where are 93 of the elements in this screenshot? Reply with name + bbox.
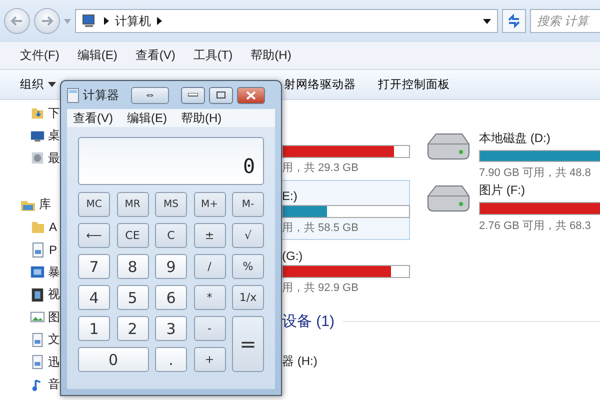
calculator-key[interactable]: = xyxy=(232,316,264,372)
sidebar-item[interactable]: 库 xyxy=(39,196,51,214)
calculator-key[interactable]: 0 xyxy=(78,347,148,372)
calculator-key[interactable]: 7 xyxy=(78,254,110,279)
sidebar-item[interactable]: 暴 xyxy=(48,264,60,281)
refresh-button[interactable] xyxy=(502,9,526,33)
sidebar-item[interactable]: 桌 xyxy=(48,127,60,144)
toolbar-button[interactable]: 打开控制面板 xyxy=(378,77,450,92)
calculator-key[interactable]: MR xyxy=(116,192,148,217)
sidebar-item[interactable]: A xyxy=(49,220,58,234)
calculator-key[interactable]: ⟵ xyxy=(78,223,110,248)
menu-item[interactable]: 编辑(E) xyxy=(127,110,167,126)
film-icon xyxy=(30,286,45,303)
document-icon xyxy=(30,332,45,348)
calculator-key[interactable]: * xyxy=(194,285,226,310)
mode-button[interactable]: ⇔ xyxy=(131,86,169,104)
calculator-key[interactable]: - xyxy=(194,316,226,341)
search-field[interactable]: 搜索 计算 xyxy=(530,9,600,33)
close-icon xyxy=(246,90,256,100)
sidebar-item[interactable]: 图 xyxy=(48,308,60,326)
chevron-icon xyxy=(104,17,109,25)
calculator-key[interactable]: √ xyxy=(232,223,264,248)
drive-usage: 2.76 GB 可用，共 68.3 xyxy=(479,219,592,233)
drive-tile[interactable]: E:) 用，共 58.5 GB xyxy=(282,180,410,240)
sidebar-item[interactable]: 最 xyxy=(48,150,60,167)
drive-name: E:) xyxy=(282,189,298,203)
calculator-key[interactable]: 9 xyxy=(155,254,187,279)
folder-icon xyxy=(30,219,46,236)
calculator-key[interactable]: 1/x xyxy=(232,285,264,310)
refresh-icon xyxy=(507,14,521,28)
menu-item[interactable]: 帮助(H) xyxy=(181,110,222,126)
calculator-icon xyxy=(67,88,79,102)
drive-tile[interactable]: (G:) 用，共 92.9 GB xyxy=(282,240,410,300)
calculator-key[interactable]: + xyxy=(194,347,226,372)
calculator-key[interactable]: 8 xyxy=(116,254,148,279)
drive-usage: 用，共 92.9 GB xyxy=(282,281,360,295)
drive-name[interactable]: 器 (H:) xyxy=(282,353,600,370)
calculator-key[interactable]: . xyxy=(155,347,187,372)
path-segment[interactable]: 计算机 xyxy=(115,12,151,30)
calculator-key[interactable]: % xyxy=(232,254,264,279)
menu-item[interactable]: 工具(T) xyxy=(193,47,233,64)
sidebar-item[interactable]: 迅 xyxy=(48,354,60,371)
drive-name: 本地磁盘 (D:) xyxy=(479,130,552,147)
sidebar-item[interactable]: 音 xyxy=(48,376,60,394)
calculator-key[interactable]: MS xyxy=(155,192,187,217)
chevron-icon xyxy=(157,17,162,25)
caret-icon xyxy=(48,82,56,87)
toolbar-button[interactable]: 组织 xyxy=(20,77,56,92)
calculator-key[interactable]: 1 xyxy=(78,316,110,341)
calculator-key[interactable]: 2 xyxy=(116,316,148,341)
close-button[interactable] xyxy=(237,86,265,104)
calculator-key[interactable]: ± xyxy=(194,223,226,248)
menu-item[interactable]: 查看(V) xyxy=(73,110,113,126)
menu-item[interactable]: 文件(F) xyxy=(20,47,60,64)
drive-name: 图片 (F:) xyxy=(479,182,526,199)
video-icon xyxy=(30,264,45,280)
drive-name: (G:) xyxy=(282,249,304,263)
calculator-key[interactable]: 5 xyxy=(116,285,148,310)
forward-arrow-icon xyxy=(41,16,53,26)
menu-item[interactable]: 编辑(E) xyxy=(77,47,118,64)
document-icon xyxy=(30,354,45,370)
calculator-key[interactable]: 3 xyxy=(155,316,187,341)
window-title: 计算器 xyxy=(83,86,119,104)
group-header: 设备 (1) xyxy=(282,312,334,331)
drive-usage: 7.90 GB 可用，共 48.8 xyxy=(479,166,592,180)
calculator-key[interactable]: M+ xyxy=(194,192,226,217)
sidebar-item[interactable]: 视 xyxy=(48,286,60,304)
address-bar[interactable]: 计算机 xyxy=(75,9,498,33)
calculator-key[interactable]: 6 xyxy=(155,285,187,310)
drive-usage: 用，共 29.3 GB xyxy=(282,161,360,175)
document-icon xyxy=(30,242,46,258)
minimize-icon xyxy=(188,93,198,97)
sidebar-item[interactable]: P xyxy=(49,242,58,257)
menu-item[interactable]: 查看(V) xyxy=(135,47,176,64)
calculator-key[interactable]: M- xyxy=(232,192,264,217)
maximize-button[interactable] xyxy=(209,86,233,104)
back-arrow-icon xyxy=(11,16,23,26)
drive-usage: 用，共 58.5 GB xyxy=(282,221,360,235)
sidebar-item[interactable]: 下 xyxy=(48,104,60,122)
calculator-key[interactable]: C xyxy=(155,223,187,248)
caret-icon[interactable] xyxy=(483,18,491,24)
calculator-key[interactable]: / xyxy=(194,254,226,279)
sidebar-item[interactable]: 文 xyxy=(48,331,60,348)
recent-icon xyxy=(30,150,45,166)
calculator-key[interactable]: MC xyxy=(78,192,110,217)
calculator-key[interactable]: CE xyxy=(116,223,148,248)
toolbar-button[interactable]: 射网络驱动器 xyxy=(284,77,356,92)
display-value: 0 xyxy=(242,154,255,178)
menu-item[interactable]: 帮助(H) xyxy=(250,47,292,64)
drive-tile[interactable]: 用，共 29.3 GB xyxy=(282,128,410,180)
maximize-icon xyxy=(216,91,226,99)
minimize-button[interactable] xyxy=(181,86,205,104)
calculator-key[interactable]: 4 xyxy=(78,285,110,310)
